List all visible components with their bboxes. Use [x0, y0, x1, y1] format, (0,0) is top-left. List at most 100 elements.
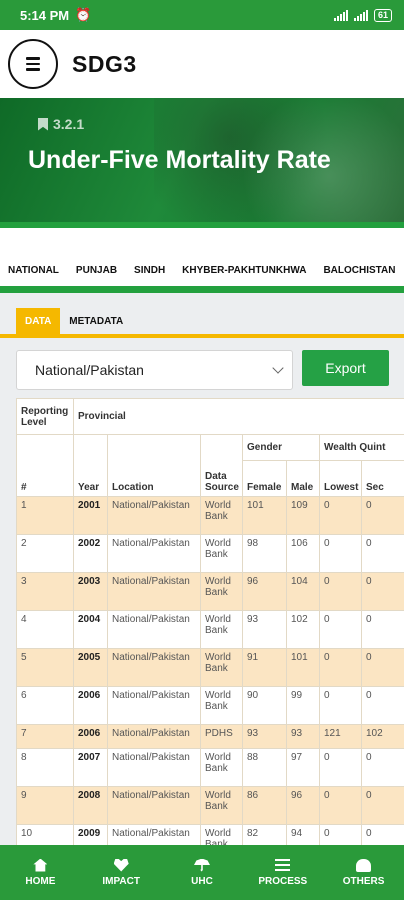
cell-female: 93 [242, 610, 287, 649]
app-title: SDG3 [72, 50, 137, 77]
cell-location: National/Pakistan [107, 786, 201, 825]
cell-lowest: 0 [319, 786, 362, 825]
cell-male: 106 [286, 534, 320, 573]
indicator-banner: 3.2.1 Under-Five Mortality Rate [0, 98, 404, 228]
tab-sindh[interactable]: SINDH [134, 265, 165, 276]
cell-lowest: 0 [319, 648, 362, 687]
cell-year: 2006 [73, 724, 108, 749]
table-row: 6 2006 National/Pakistan World Bank 90 99 0 0 [16, 686, 404, 725]
cell-source: World Bank [200, 686, 243, 725]
nav-impact-label: IMPACT [102, 875, 140, 887]
cell-sec: 0 [360, 748, 404, 787]
cell-year: 2004 [73, 610, 108, 649]
tab-data[interactable]: DATA [16, 308, 61, 335]
cell-location: National/Pakistan [107, 686, 201, 725]
cell-female: 82 [242, 824, 287, 845]
cell-location: National/Pakistan [107, 610, 201, 649]
cell-lowest: 0 [319, 824, 362, 845]
nav-home[interactable]: HOME [5, 858, 75, 887]
table-body: 1 2001 National/Pakistan World Bank 101 109 0 0… [16, 496, 404, 845]
indicator-code: 3.2.1 [38, 116, 84, 132]
cell-n: 4 [16, 610, 74, 649]
status-bar: 5:14 PM ⏰ 61 [0, 0, 404, 30]
location-select[interactable]: National/Pakistan [16, 350, 293, 390]
bottom-nav: HOME IMPACT UHC PROCESS OTHERS [0, 845, 404, 900]
cell-male: 104 [286, 572, 320, 611]
data-table-container[interactable]: Reporting Level Provincial # Year Locati… [16, 398, 404, 845]
cell-source: World Bank [200, 786, 243, 825]
cell-female: 90 [242, 686, 287, 725]
header-reporting-level: Reporting Level [16, 398, 74, 435]
cell-male: 96 [286, 786, 320, 825]
nav-others[interactable]: OTHERS [329, 858, 399, 887]
nav-uhc[interactable]: UHC [167, 858, 237, 887]
cell-year: 2006 [73, 686, 108, 725]
chevron-down-icon [272, 362, 284, 374]
cell-lowest: 0 [319, 686, 362, 725]
header-col-lowest: Lowest [319, 460, 362, 497]
cell-n: 9 [16, 786, 74, 825]
cell-female: 91 [242, 648, 287, 687]
gauge-icon [356, 858, 372, 872]
tab-punjab[interactable]: PUNJAB [76, 265, 117, 276]
nav-process[interactable]: PROCESS [248, 858, 318, 887]
cell-female: 98 [242, 534, 287, 573]
cell-female: 88 [242, 748, 287, 787]
cell-source: PDHS [200, 724, 243, 749]
tab-khyber-pakhtunkhwa[interactable]: KHYBER-PAKHTUNKHWA [182, 265, 306, 276]
table-row: 2 2002 National/Pakistan World Bank 98 106 0 0 [16, 534, 404, 573]
cell-n: 10 [16, 824, 74, 845]
cell-female: 96 [242, 572, 287, 611]
tab-metadata[interactable]: METADATA [60, 308, 132, 335]
cell-location: National/Pakistan [107, 648, 201, 687]
cell-location: National/Pakistan [107, 724, 201, 749]
nav-impact[interactable]: IMPACT [86, 858, 156, 887]
cell-sec: 0 [360, 534, 404, 573]
cell-year: 2003 [73, 572, 108, 611]
cell-source: World Bank [200, 496, 243, 535]
data-panel: DATA METADATA National/Pakistan Export R… [0, 293, 404, 845]
cell-n: 6 [16, 686, 74, 725]
tab-balochistan[interactable]: BALOCHISTAN [323, 265, 395, 276]
cell-male: 99 [286, 686, 320, 725]
cell-sec: 0 [360, 572, 404, 611]
status-time: 5:14 PM [20, 7, 70, 23]
table-row: 5 2005 National/Pakistan World Bank 91 101 0 0 [16, 648, 404, 687]
header-col-location: Location [107, 434, 201, 497]
cell-sec: 0 [360, 824, 404, 845]
banner-divider [0, 222, 404, 228]
cell-year: 2008 [73, 786, 108, 825]
region-tabs-underline [0, 286, 404, 293]
cell-sec: 0 [360, 686, 404, 725]
list-icon [275, 858, 291, 872]
cell-location: National/Pakistan [107, 824, 201, 845]
cell-lowest: 121 [319, 724, 362, 749]
table-row: 10 2009 National/Pakistan World Bank 82 94 0 0 [16, 824, 404, 845]
cell-n: 5 [16, 648, 74, 687]
header-wealth-quintile: Wealth Quint [318, 434, 404, 461]
nav-process-label: PROCESS [258, 875, 308, 887]
cell-source: World Bank [200, 824, 243, 845]
indicator-title: Under-Five Mortality Rate [28, 146, 331, 174]
header-col-data-source: Data Source [200, 434, 243, 497]
cell-n: 8 [16, 748, 74, 787]
header-gender: Gender [242, 434, 320, 461]
cell-source: World Bank [200, 648, 243, 687]
tab-national[interactable]: NATIONAL [8, 265, 59, 276]
cell-sec: 0 [360, 786, 404, 825]
export-button[interactable]: Export [302, 350, 389, 386]
cell-n: 1 [16, 496, 74, 535]
cell-n: 7 [16, 724, 74, 749]
menu-button[interactable] [8, 39, 58, 89]
cell-sec: 102 [360, 724, 404, 749]
header-col-number: # [16, 434, 74, 497]
cell-lowest: 0 [319, 610, 362, 649]
nav-others-label: OTHERS [342, 875, 385, 887]
hamburger-icon [26, 57, 40, 60]
table-row: 7 2006 National/Pakistan PDHS 93 93 121 102 [16, 724, 404, 749]
cell-source: World Bank [200, 610, 243, 649]
header-col-male: Male [286, 460, 320, 497]
indicator-code-text: 3.2.1 [53, 116, 85, 132]
header-col-year: Year [73, 434, 108, 497]
battery-icon: 61 [373, 8, 392, 22]
